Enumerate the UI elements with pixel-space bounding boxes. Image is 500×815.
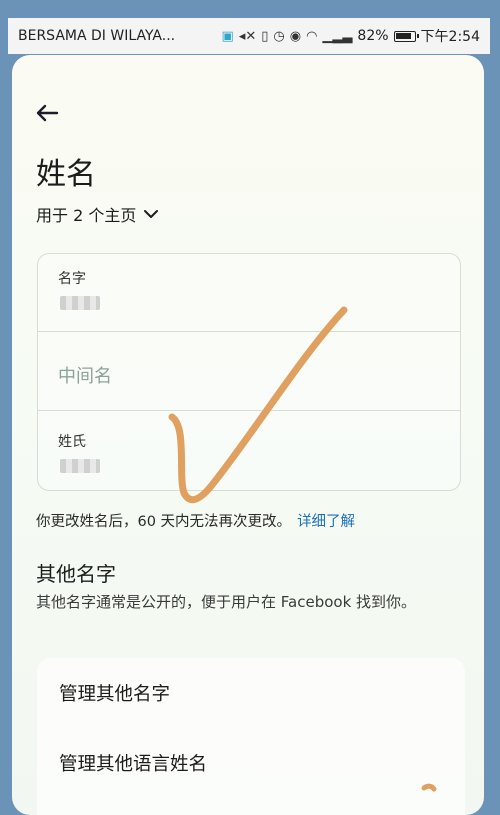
- other-names-description: 其他名字通常是公开的，便于用户在 Facebook 找到你。: [36, 593, 417, 611]
- wifi-icon: ◠: [306, 28, 318, 44]
- back-button[interactable]: [34, 101, 60, 125]
- status-bar: BERSAMA DI WILAYA... ▣ ◂✕ ▯ ◷ ◉ ◠ ▁▂▃ 82…: [8, 18, 490, 54]
- first-name-field[interactable]: 名字: [38, 254, 460, 332]
- alarm-icon: ◷: [273, 28, 285, 44]
- pages-selector[interactable]: 用于 2 个主页: [36, 202, 159, 226]
- page-title: 姓名: [36, 157, 96, 192]
- chevron-down-icon: [144, 210, 159, 218]
- battery-icon: [393, 30, 419, 42]
- status-icons: ▣ ◂✕ ▯ ◷ ◉ ◠ ▁▂▃ 82% 下午2:54: [222, 26, 480, 46]
- carrier-text: BERSAMA DI WILAYA...: [18, 28, 176, 44]
- battery-percent: 82%: [357, 28, 389, 44]
- manage-other-language-names-item[interactable]: 管理其他语言姓名: [59, 750, 207, 776]
- other-names-menu: 管理其他名字 管理其他语言姓名: [37, 658, 465, 815]
- name-settings-card: 姓名 用于 2 个主页 名字 中间名 姓氏 你更改姓名后，60 天内无法再次更改…: [12, 55, 484, 815]
- app-notification-icon: ▣: [221, 28, 234, 44]
- learn-more-link[interactable]: 详细了解: [297, 514, 355, 530]
- last-name-field[interactable]: 姓氏: [38, 411, 460, 491]
- last-name-value-redacted: [60, 459, 100, 473]
- last-name-label: 姓氏: [58, 434, 86, 450]
- eye-icon: ◉: [289, 28, 302, 44]
- first-name-value-redacted: [60, 296, 100, 310]
- first-name-label: 名字: [58, 271, 86, 287]
- pages-selector-label: 用于 2 个主页: [36, 206, 137, 225]
- other-names-heading: 其他名字: [36, 562, 116, 586]
- notice-text: 你更改姓名后，60 天内无法再次更改。: [36, 514, 292, 530]
- vibrate-icon: ▯: [261, 28, 269, 44]
- clock: 下午2:54: [420, 29, 480, 45]
- signal-icon: ▁▂▃: [322, 28, 353, 44]
- middle-name-field[interactable]: 中间名: [38, 332, 460, 411]
- back-arrow-icon: [36, 104, 59, 122]
- name-change-notice: 你更改姓名后，60 天内无法再次更改。 详细了解: [36, 510, 355, 531]
- middle-name-placeholder: 中间名: [58, 366, 112, 387]
- manage-other-names-item[interactable]: 管理其他名字: [59, 680, 170, 706]
- name-fields-box: 名字 中间名 姓氏: [37, 253, 461, 491]
- mute-icon: ◂✕: [238, 28, 257, 44]
